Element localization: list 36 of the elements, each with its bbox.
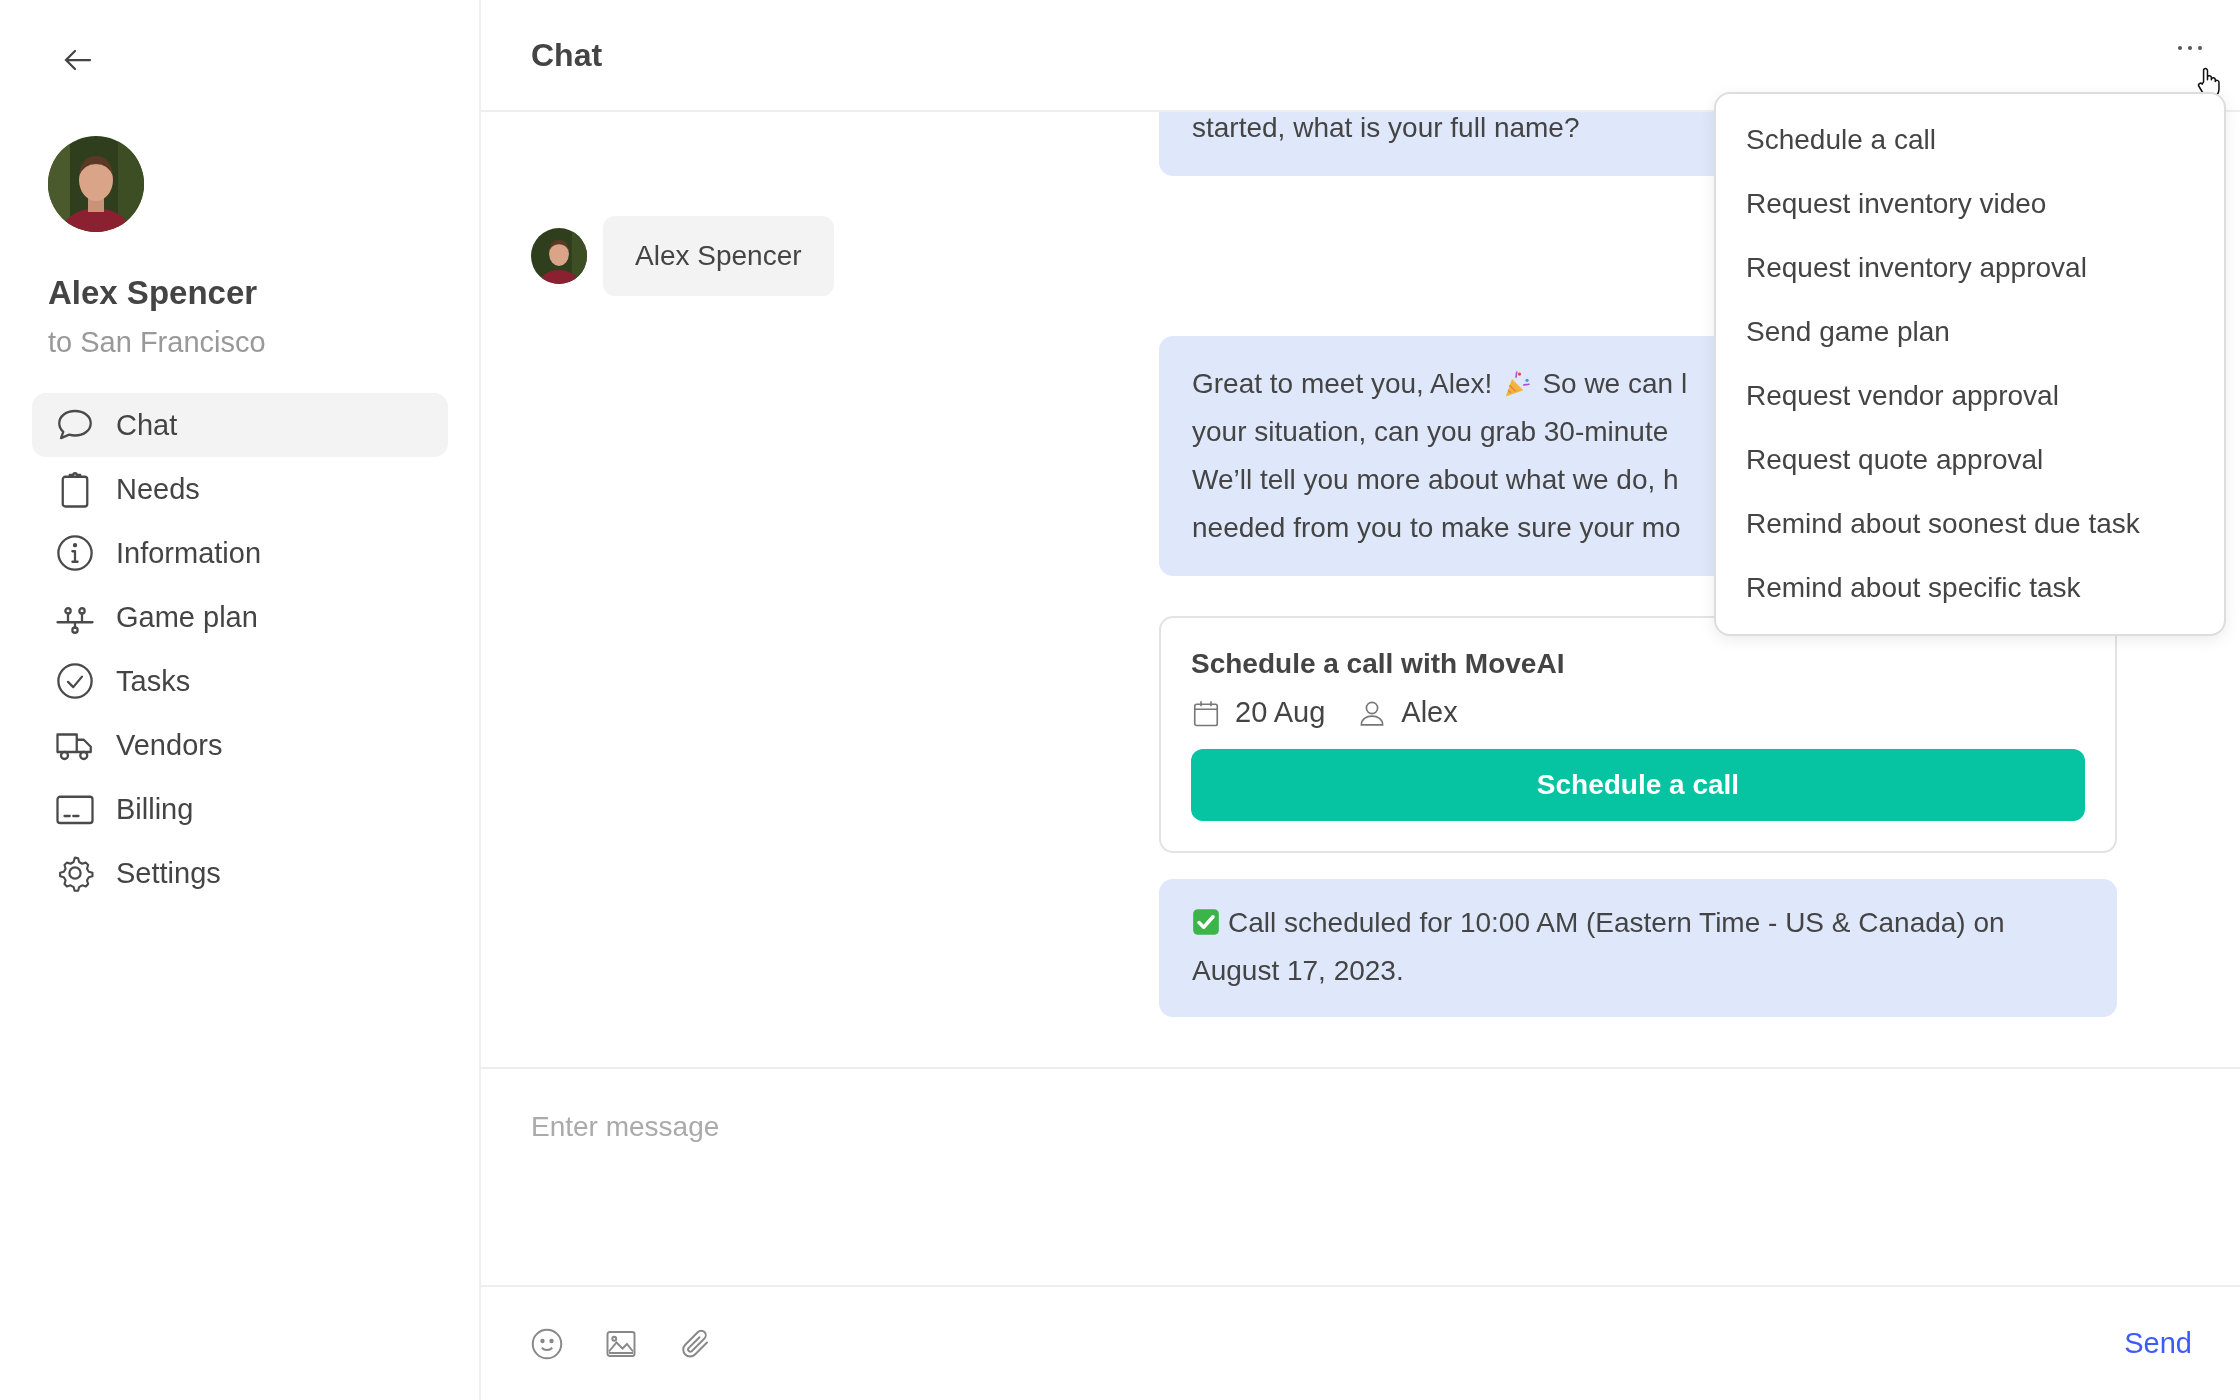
chat-title: Chat [531, 36, 604, 74]
user-message: Alex Spencer [603, 216, 834, 296]
menu-item[interactable]: Request quote approval [1716, 428, 2224, 492]
profile-subtitle: to San Francisco [48, 326, 267, 359]
nav-item[interactable]: Needs [32, 457, 448, 521]
check-circle-icon [54, 660, 96, 702]
message-text: started, what is your full name? [1192, 112, 1580, 144]
nav-item[interactable]: Game plan [32, 585, 448, 649]
menu-item[interactable]: Remind about soonest due task [1716, 492, 2224, 556]
call-person: Alex [1401, 696, 1458, 729]
menu-item[interactable]: Request vendor approval [1716, 364, 2224, 428]
message-text: Call scheduled for 10:00 AM (Eastern Time - US & Canada) on August 17, 2023. [1192, 906, 2006, 988]
message-text: We’ll tell you more about what we do, h [1192, 464, 1679, 496]
nav-item[interactable]: Settings [32, 841, 448, 905]
menu-item[interactable]: Request inventory video [1716, 172, 2224, 236]
message-input[interactable]: Enter message [531, 1111, 2190, 1143]
nav-item[interactable]: Vendors [32, 713, 448, 777]
nav-item[interactable]: Tasks [32, 649, 448, 713]
menu-item[interactable]: Schedule a call [1716, 108, 2224, 172]
info-icon [54, 532, 96, 574]
send-button[interactable]: Send [2124, 1327, 2192, 1360]
menu-item[interactable]: Send game plan [1716, 300, 2224, 364]
message-text: So we can l [1542, 368, 1688, 400]
menu-item[interactable]: Request inventory approval [1716, 236, 2224, 300]
nav-item[interactable]: Chat [32, 393, 448, 457]
nav-item[interactable]: Information [32, 521, 448, 585]
nav-item[interactable]: Billing [32, 777, 448, 841]
message-text: needed from you to make sure your mo [1192, 512, 1681, 544]
card-title: Schedule a call with MoveAI [1191, 648, 1566, 680]
more-icon[interactable] [2175, 44, 2205, 52]
profile-name: Alex Spencer [48, 274, 259, 312]
call-date: 20 Aug [1235, 696, 1326, 729]
message-text: your situation, can you grab 30-minute [1192, 416, 1669, 448]
check-mark-icon [1192, 908, 1220, 936]
message-text: Great to meet you, Alex! [1192, 368, 1493, 400]
menu-item[interactable]: Remind about specific task [1716, 556, 2224, 620]
